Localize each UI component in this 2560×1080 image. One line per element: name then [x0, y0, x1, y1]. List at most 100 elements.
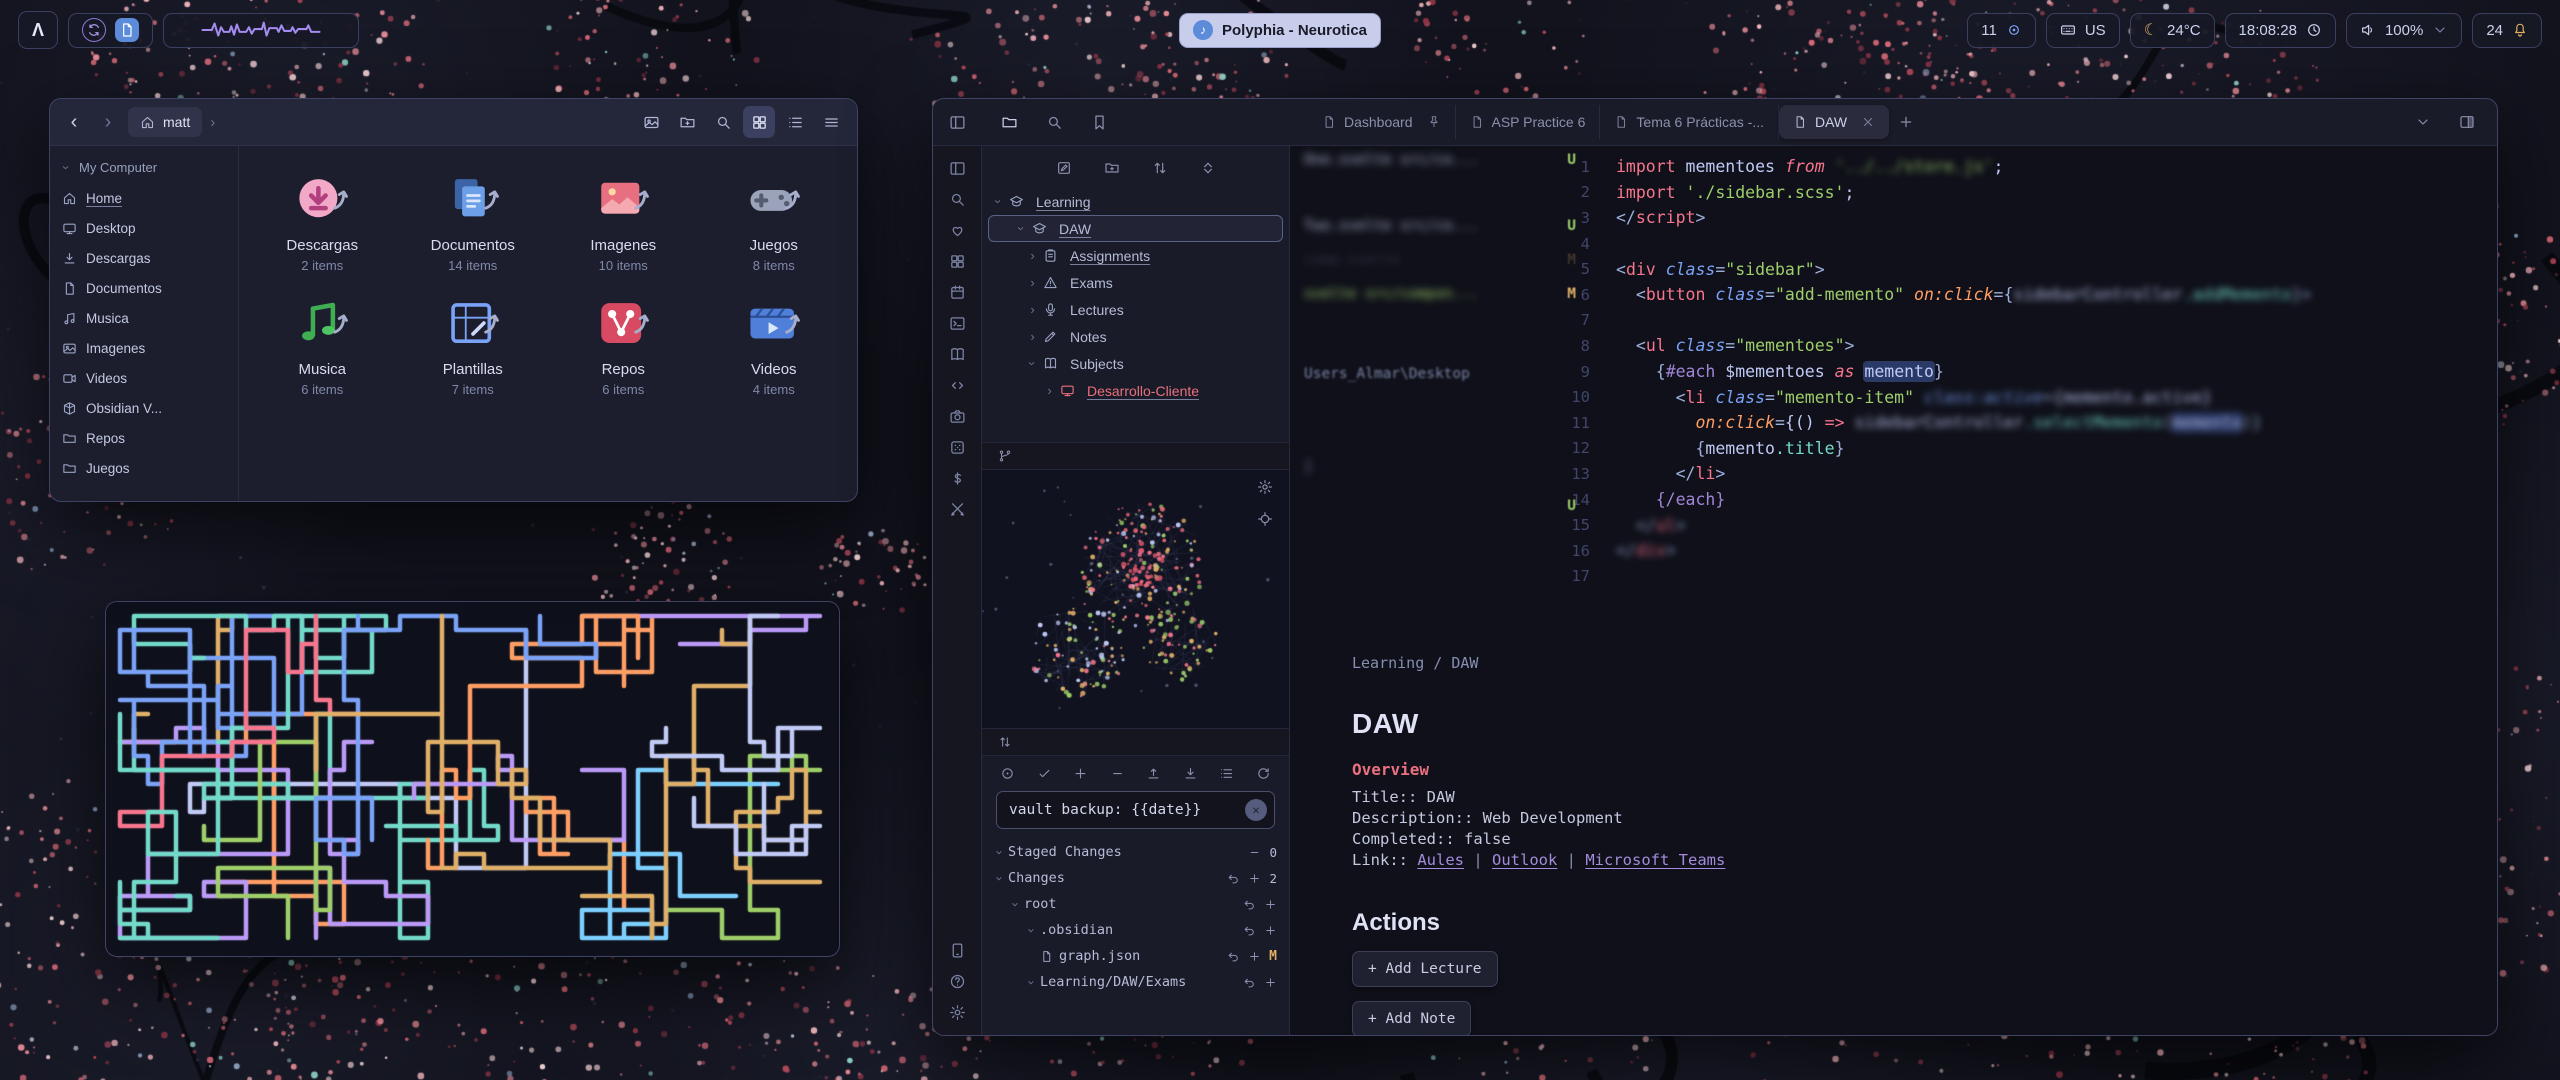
sidebar-item-home[interactable]: Home: [50, 183, 238, 213]
sidebar-item-desktop[interactable]: Desktop: [50, 213, 238, 243]
undo-icon[interactable]: [1227, 872, 1240, 885]
explorer-item-lectures[interactable]: ›Lectures: [982, 296, 1289, 323]
git-item-graph-json[interactable]: graph.jsonM: [982, 943, 1289, 969]
ribbon-grid4-button[interactable]: [949, 253, 966, 270]
clear-commit-button[interactable]: [1245, 799, 1267, 821]
plus-icon[interactable]: [1264, 976, 1277, 989]
plus-icon[interactable]: [1248, 872, 1261, 885]
explorer-item-exams[interactable]: ›Exams: [982, 269, 1289, 296]
explorer-item-daw[interactable]: ›DAW: [988, 215, 1283, 242]
toggle-right-sidebar-button[interactable]: [2453, 113, 2481, 131]
explorer-item-assignments[interactable]: ›Assignments: [982, 242, 1289, 269]
ribbon-tablet-button[interactable]: [949, 942, 966, 959]
forward-button[interactable]: ›: [94, 108, 122, 136]
note-breadcrumb[interactable]: Learning / DAW: [1352, 654, 1478, 672]
power-button[interactable]: [82, 18, 106, 42]
plus-icon[interactable]: [1264, 924, 1277, 937]
close-tab-icon[interactable]: [1861, 115, 1875, 129]
ribbon-panels-button[interactable]: [949, 160, 966, 177]
sidebar-item-musica[interactable]: Musica: [50, 303, 238, 333]
grid-view-button[interactable]: [743, 106, 775, 138]
git-check-button[interactable]: [1037, 766, 1052, 781]
git-panel-tab[interactable]: [998, 735, 1012, 749]
folder-juegos[interactable]: Juegos8 items: [699, 170, 850, 274]
sidebar-section-my-computer[interactable]: › My Computer: [50, 152, 238, 183]
git-item-learning-daw-exams[interactable]: ›Learning/DAW/Exams: [982, 969, 1289, 995]
ribbon-book-button[interactable]: [949, 346, 966, 363]
sidebar-item-juegos[interactable]: Juegos: [50, 453, 238, 483]
plus-icon[interactable]: [1264, 898, 1277, 911]
ribbon-help-button[interactable]: [949, 973, 966, 990]
launcher-button[interactable]: Λ: [18, 11, 58, 49]
git-upload-button[interactable]: [1146, 766, 1161, 781]
list-view-button[interactable]: [779, 106, 811, 138]
git-item-staged-changes[interactable]: ›Staged Changes0: [982, 839, 1289, 865]
note-link-microsoft-teams[interactable]: Microsoft Teams: [1585, 851, 1725, 869]
now-playing-widget[interactable]: ♪ Polyphia - Neurotica: [1179, 13, 1381, 48]
ribbon-calendar-button[interactable]: [949, 284, 966, 301]
clock-indicator[interactable]: 18:08:28: [2225, 13, 2336, 48]
notifications-indicator[interactable]: 24: [2472, 13, 2542, 48]
git-download-button[interactable]: [1183, 766, 1198, 781]
tab-tema-6-pr-cticas[interactable]: Tema 6 Prácticas -...: [1600, 105, 1779, 139]
plus-icon[interactable]: [1248, 950, 1261, 963]
explorer-item-notes[interactable]: ›Notes: [982, 323, 1289, 350]
ribbon-terminal-button[interactable]: [949, 315, 966, 332]
note-link-aules[interactable]: Aules: [1417, 851, 1464, 869]
explorer-item-subjects[interactable]: ›Subjects: [982, 350, 1289, 377]
undo-icon[interactable]: [1243, 898, 1256, 911]
ribbon-dice-button[interactable]: [949, 439, 966, 456]
explorer-pencilsq-button[interactable]: [1056, 160, 1072, 176]
action-button-add-lecture[interactable]: + Add Lecture: [1352, 951, 1498, 987]
tab-dashboard[interactable]: Dashboard: [1308, 105, 1456, 139]
git-refresh-button[interactable]: [1256, 766, 1271, 781]
ribbon-tools-button[interactable]: [949, 501, 966, 518]
keyboard-layout-indicator[interactable]: US: [2046, 13, 2120, 48]
notes-shortcut-button[interactable]: [115, 18, 139, 42]
tab-list-button[interactable]: [2409, 113, 2437, 131]
search-button[interactable]: [707, 106, 739, 138]
sidebar-item-obsidian-v[interactable]: Obsidian V...: [50, 393, 238, 423]
git-list-button[interactable]: [1219, 766, 1234, 781]
undo-icon[interactable]: [1243, 924, 1256, 937]
git-item-root[interactable]: ›root: [982, 891, 1289, 917]
folder-repos[interactable]: Repos6 items: [548, 294, 699, 398]
note-link-outlook[interactable]: Outlook: [1492, 851, 1557, 869]
explorer-item-desarrollo-cliente[interactable]: ›Desarrollo-Cliente: [982, 377, 1289, 404]
volume-indicator[interactable]: 100%: [2346, 13, 2462, 48]
graph-focus-button[interactable]: [1251, 510, 1279, 528]
bookmark-panel-tab-button[interactable]: [1091, 114, 1108, 131]
graph-panel-tab[interactable]: [998, 449, 1012, 463]
folder-panel-tab-button[interactable]: [1001, 114, 1018, 131]
git-circledot-button[interactable]: [1000, 766, 1015, 781]
sidebar-item-documentos[interactable]: Documentos: [50, 273, 238, 303]
folder-documentos[interactable]: Documentos14 items: [398, 170, 549, 274]
sidebar-item-descargas[interactable]: Descargas: [50, 243, 238, 273]
ribbon-camera-button[interactable]: [949, 408, 966, 425]
tab-asp-practice-6[interactable]: ASP Practice 6: [1456, 105, 1601, 139]
ribbon-codexml-button[interactable]: [949, 377, 966, 394]
sidebar-item-videos[interactable]: Videos: [50, 363, 238, 393]
new-folder-button[interactable]: [671, 106, 703, 138]
explorer-sortud-button[interactable]: [1152, 160, 1168, 176]
folder-descargas[interactable]: Descargas2 items: [247, 170, 398, 274]
graph-view-canvas[interactable]: [982, 470, 1287, 728]
sidebar-item-imagenes[interactable]: Imagenes: [50, 333, 238, 363]
sidebar-item-repos[interactable]: Repos: [50, 423, 238, 453]
folder-musica[interactable]: Musica6 items: [247, 294, 398, 398]
minus-icon[interactable]: [1248, 846, 1261, 859]
folder-imagenes[interactable]: Imagenes10 items: [548, 170, 699, 274]
explorer-item-learning[interactable]: ›Learning: [982, 188, 1289, 215]
breadcrumb[interactable]: matt: [128, 107, 202, 137]
menu-button[interactable]: [815, 106, 847, 138]
commit-message-input[interactable]: [996, 791, 1275, 829]
undo-icon[interactable]: [1227, 950, 1240, 963]
workspace-indicator[interactable]: 11: [1967, 13, 2036, 48]
git-plus-button[interactable]: [1073, 766, 1088, 781]
new-tab-button[interactable]: [1889, 113, 1923, 131]
weather-indicator[interactable]: ☾ 24°C: [2130, 13, 2215, 48]
ribbon-gear-button[interactable]: [949, 1004, 966, 1021]
ribbon-dollar-button[interactable]: [949, 470, 966, 487]
git-minus-button[interactable]: [1110, 766, 1125, 781]
explorer-collapse-button[interactable]: [1200, 160, 1216, 176]
